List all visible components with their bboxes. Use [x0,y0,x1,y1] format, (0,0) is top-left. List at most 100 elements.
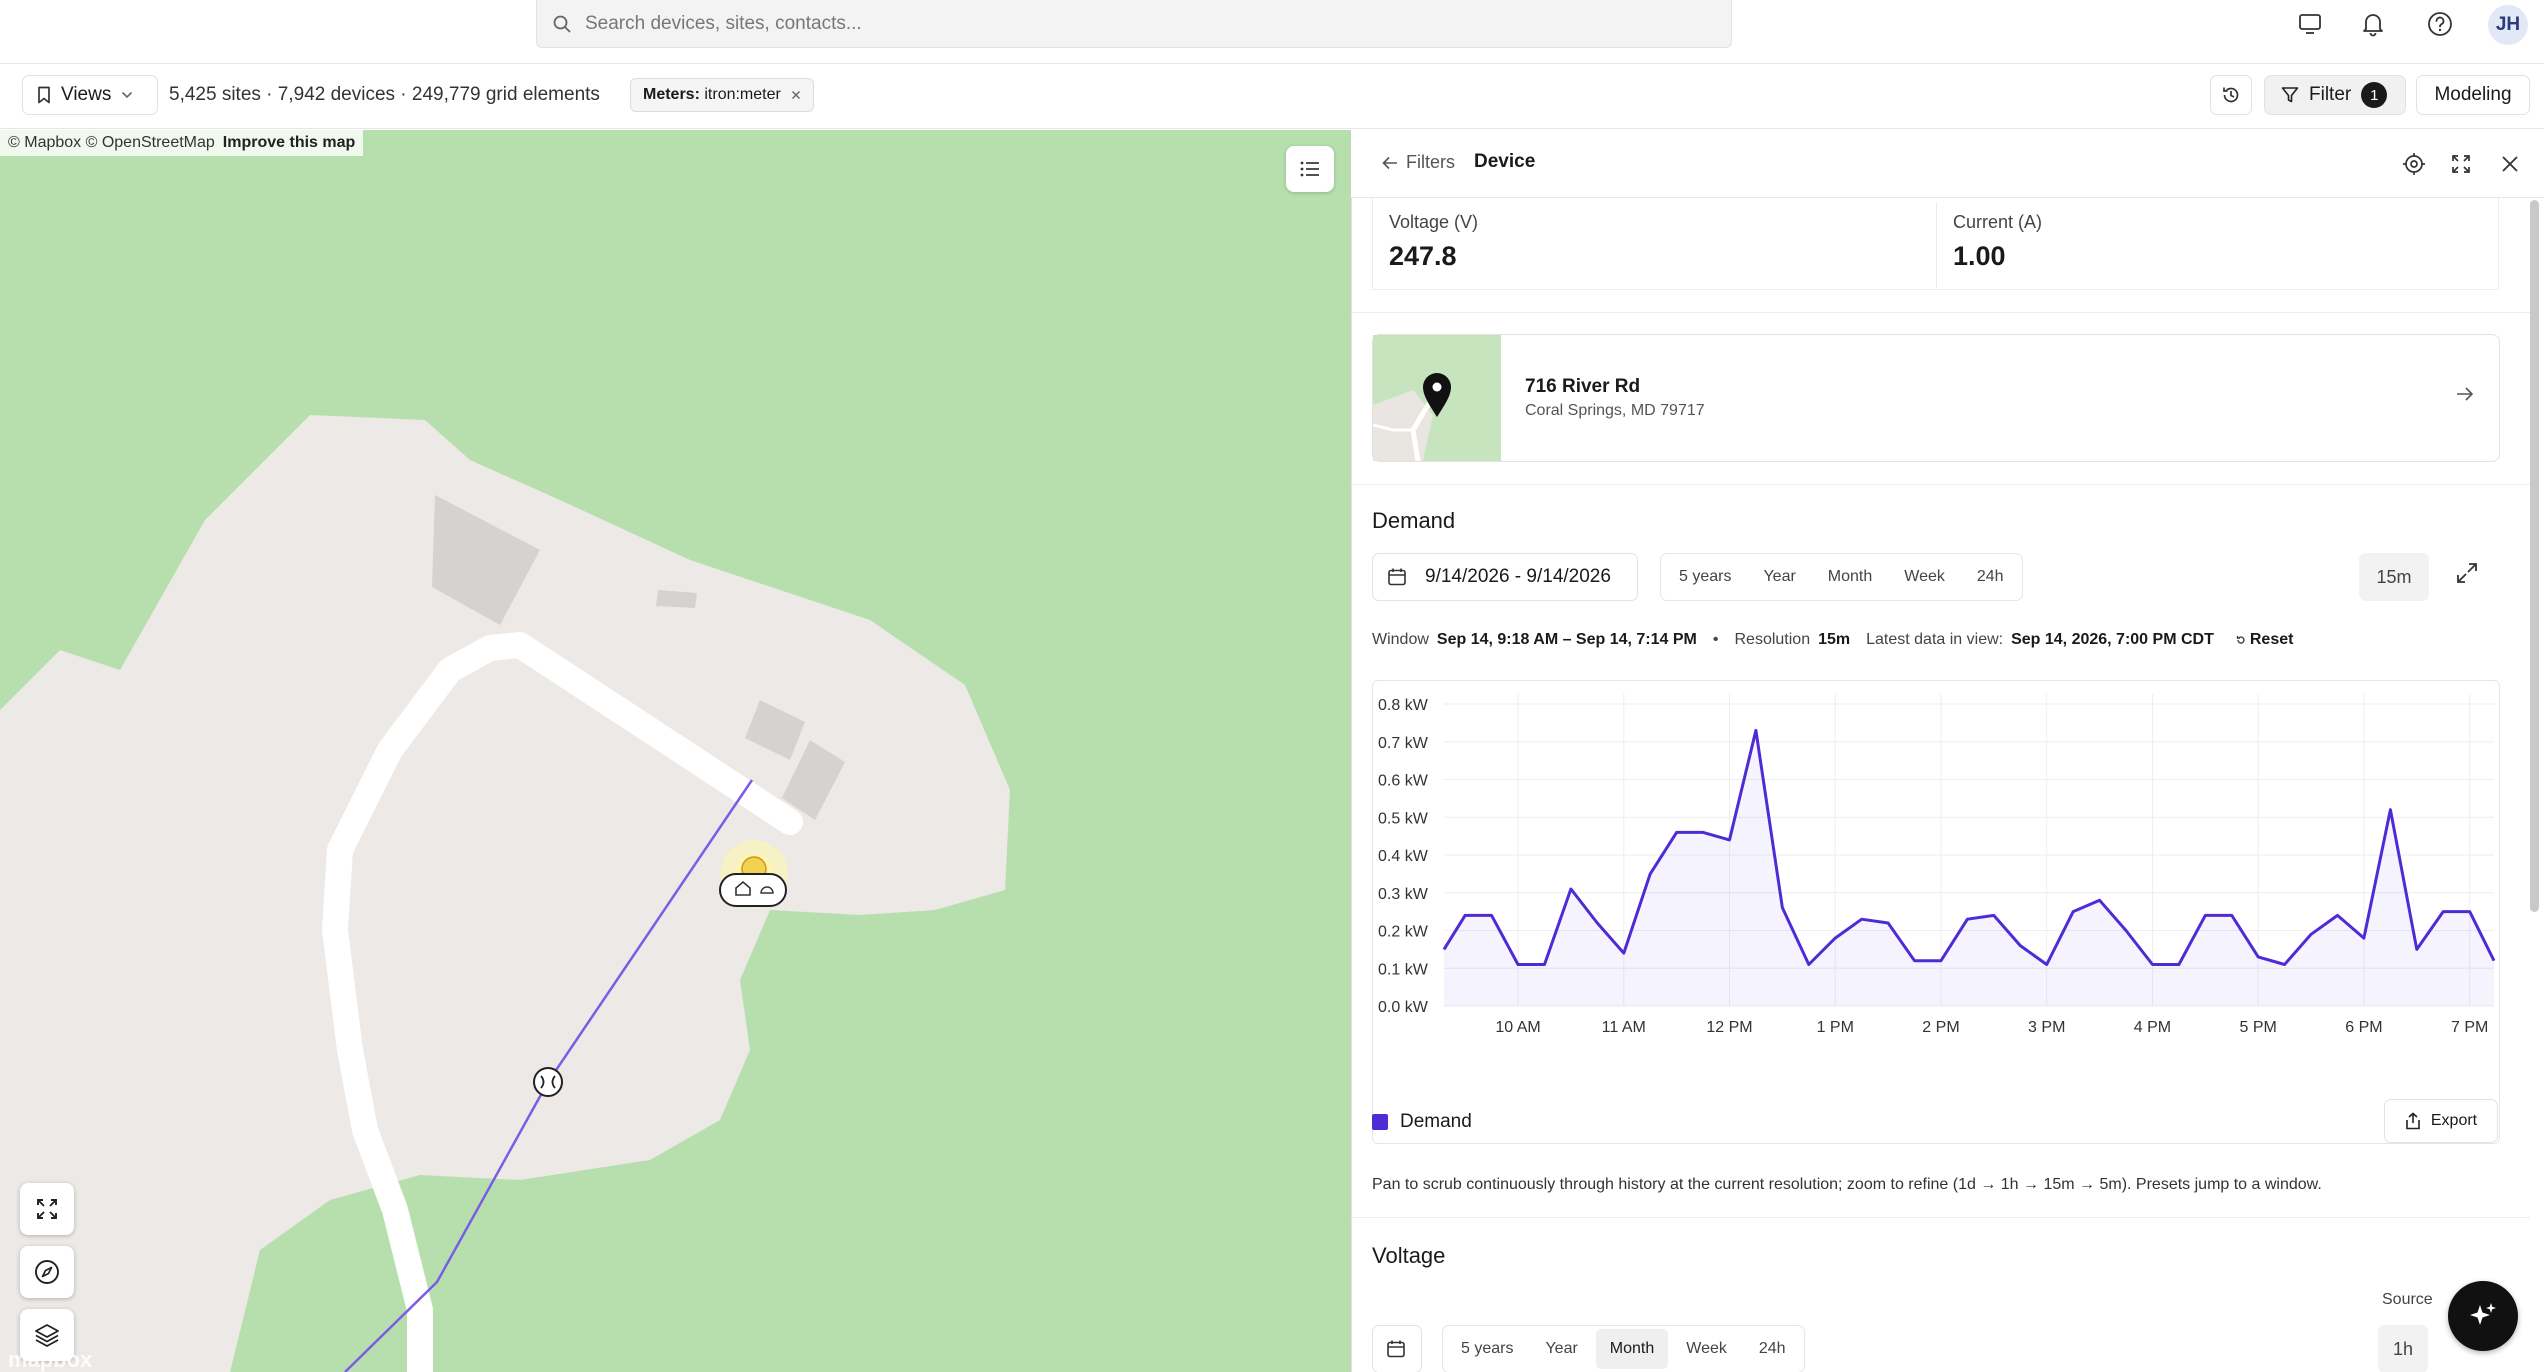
expand-icon [35,1197,59,1221]
compass-icon [34,1259,60,1285]
ai-assistant-button[interactable] [2448,1281,2518,1351]
views-label: Views [61,84,112,105]
chevron-down-icon [121,91,133,99]
attribution-text: © Mapbox © OpenStreetMap [8,134,215,151]
fullscreen-button[interactable] [20,1183,74,1235]
y-tick-label: 0.1 kW [1378,961,1429,978]
transformer-icon [533,1067,563,1097]
search-placeholder: Search devices, sites, contacts... [585,12,862,34]
x-tick-label: 7 PM [2451,1019,2488,1036]
x-axis-ticks: 10 AM 11 AM 12 PM 1 PM 2 PM 3 PM 4 PM 5 PM 6 PM 7… [1495,1019,2488,1036]
list-icon [1300,161,1320,177]
help-icon[interactable] [2424,8,2456,40]
layer-list-button[interactable] [1286,146,1334,192]
filter-chip-value: itron:meter [704,86,781,103]
preset-week[interactable]: Week [1890,557,1959,597]
calendar-icon [1386,1339,1406,1359]
building [656,590,697,608]
voltage-resolution-button[interactable]: 1h [2378,1325,2428,1372]
resolution-label: Resolution [1734,631,1811,648]
expand-panel-button[interactable] [2447,150,2475,178]
x-tick-label: 3 PM [2028,1019,2065,1036]
preset-5-years[interactable]: 5 years [1665,557,1745,597]
y-tick-label: 0.4 kW [1378,848,1429,865]
expand-chart-icon[interactable] [2456,562,2478,584]
export-button[interactable]: Export [2384,1099,2498,1143]
demand-resolution-button[interactable]: 15m [2359,553,2429,601]
monitor-icon[interactable] [2294,8,2326,40]
compass-button[interactable] [20,1246,74,1298]
x-tick-label: 6 PM [2345,1019,2382,1036]
x-tick-label: 11 AM [1602,1019,1646,1036]
back-label: Filters [1406,152,1455,172]
mapbox-logo: mapbox [8,1347,93,1372]
voltage-preset-tabs: 5 years Year Month Week 24h [1442,1325,1805,1372]
export-label: Export [2430,1112,2478,1129]
reset-button[interactable]: Reset [2222,631,2294,649]
reset-label: Reset [2249,631,2294,648]
x-tick-label: 10 AM [1495,1019,1540,1036]
x-tick-label: 12 PM [1706,1019,1752,1036]
map-attribution: © Mapbox © OpenStreetMap Improve this ma… [0,130,364,156]
divider [1351,312,2530,313]
calendar-icon [1387,567,1407,587]
preset-week[interactable]: Week [1672,1329,1741,1369]
latest-label: Latest data in view: [1866,631,2004,648]
close-icon [2501,155,2519,173]
locate-button[interactable] [2400,150,2428,178]
y-tick-label: 0.7 kW [1378,735,1429,752]
window-value: Sep 14, 9:18 AM – Sep 14, 7:14 PM [1436,631,1697,648]
y-tick-label: 0.2 kW [1378,924,1429,941]
address-line2: Coral Springs, MD 79717 [1525,402,1705,419]
filter-icon [2281,86,2299,104]
demand-preset-tabs: 5 years Year Month Week 24h [1660,553,2023,601]
search-input[interactable]: Search devices, sites, contacts... [536,0,1732,48]
voltage-section-title: Voltage [1372,1243,1446,1268]
window-info: Window Sep 14, 9:18 AM – Sep 14, 7:14 PM… [1372,631,2293,649]
preset-year[interactable]: Year [1531,1329,1591,1369]
preset-month[interactable]: Month [1814,557,1886,597]
separator-dot: • [1712,631,1719,648]
y-tick-label: 0.5 kW [1378,810,1429,827]
x-tick-label: 1 PM [1817,1019,1854,1036]
improve-map-link[interactable]: Improve this map [223,134,355,152]
arrow-left-icon [1382,156,1398,170]
filter-count-badge: 1 [2361,82,2388,108]
panel-scrollbar[interactable] [2530,200,2539,912]
date-range-text: 9/14/2026 - 9/14/2026 [1425,566,1611,587]
current-label: Current (A) [1953,212,2043,232]
preset-24h[interactable]: 24h [1963,557,2018,597]
demand-date-range-picker[interactable]: 9/14/2026 - 9/14/2026 [1372,553,1638,601]
source-label: Source [2382,1291,2433,1308]
modeling-button[interactable]: Modeling [2416,75,2530,115]
address-card[interactable] [1372,334,2500,462]
inventory-stats: 5,425 sites · 7,942 devices · 249,779 gr… [169,84,600,105]
map-canvas[interactable] [0,130,1351,1372]
y-tick-label: 0.0 kW [1378,999,1429,1016]
arrow-right-icon[interactable] [2456,386,2474,402]
preset-24h[interactable]: 24h [1745,1329,1800,1369]
voltage-date-range-picker[interactable] [1372,1325,1422,1372]
close-icon[interactable] [791,90,801,100]
preset-year[interactable]: Year [1749,557,1809,597]
views-dropdown[interactable]: Views [22,75,158,115]
close-panel-button[interactable] [2496,150,2524,178]
reset-icon [2236,636,2245,644]
back-to-filters-link[interactable]: Filters [1382,152,1455,173]
address-line1: 716 River Rd [1525,376,1641,397]
sparkle-icon [2468,1301,2498,1331]
filter-chip[interactable]: Meters: itron:meter [630,78,814,112]
history-button[interactable] [2210,75,2252,115]
preset-5-years[interactable]: 5 years [1447,1329,1527,1369]
demand-chart[interactable]: 0.0 kW 0.1 kW 0.2 kW 0.3 kW 0.4 kW 0.5 kW 0.6 … [1372,680,2500,1080]
search-icon [553,15,571,33]
avatar[interactable]: JH [2488,5,2528,45]
chart-area [1444,730,2494,1006]
demand-area [1444,730,2494,1006]
x-tick-label: 5 PM [2240,1019,2277,1036]
bell-icon[interactable] [2357,8,2389,40]
filter-button[interactable]: Filter 1 [2264,75,2406,115]
preset-month[interactable]: Month [1595,1329,1669,1369]
crosshair-icon [2402,152,2426,176]
y-tick-label: 0.3 kW [1378,886,1429,903]
